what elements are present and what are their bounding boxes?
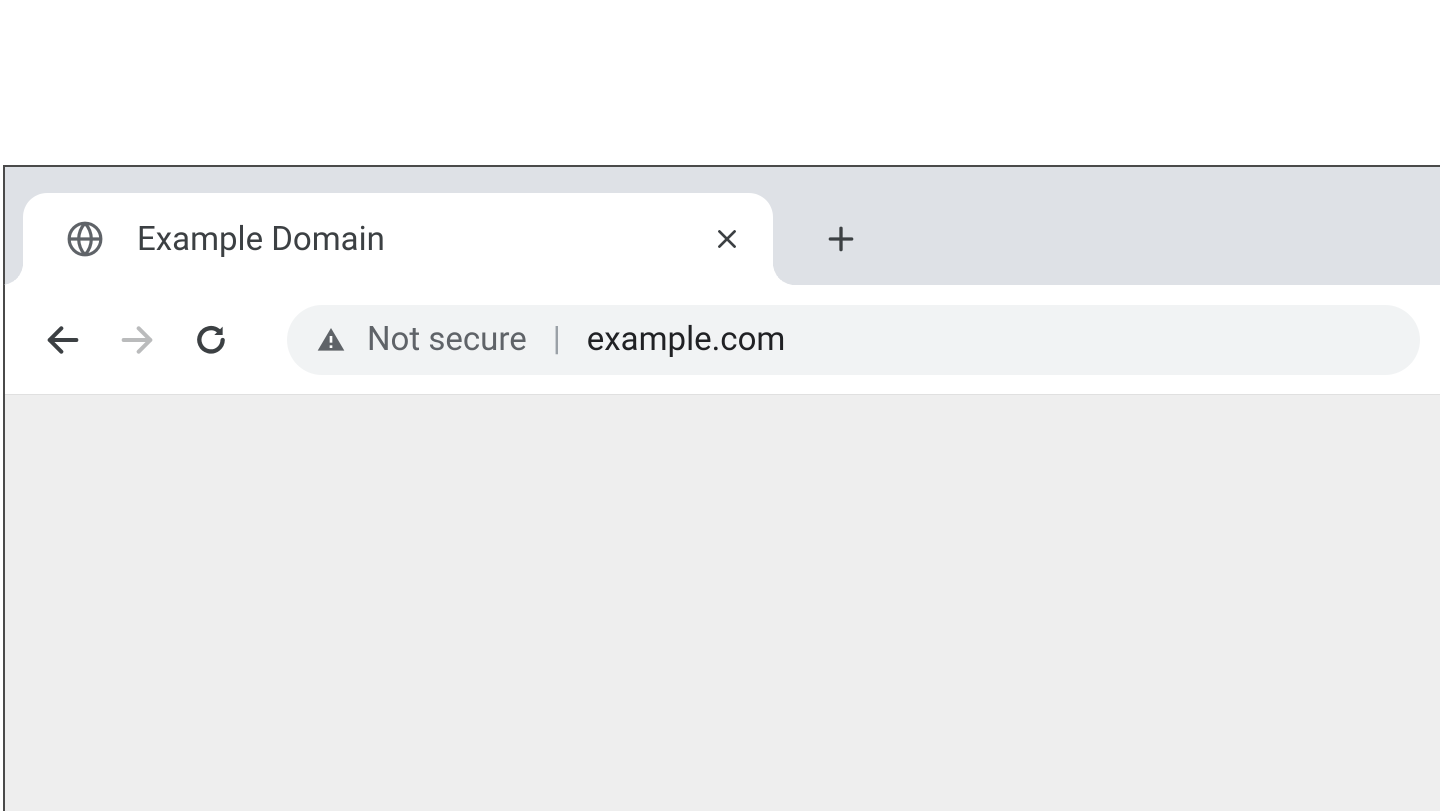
close-icon [714, 226, 740, 252]
address-divider: | [547, 320, 567, 359]
arrow-right-icon [117, 320, 157, 360]
tab-strip: Example Domain [5, 167, 1440, 285]
globe-icon [65, 219, 105, 259]
browser-tab[interactable]: Example Domain [23, 193, 773, 285]
tab-title: Example Domain [137, 220, 709, 259]
page-content [5, 395, 1440, 811]
tab-close-button[interactable] [709, 221, 745, 257]
address-bar[interactable]: Not secure | example.com [287, 305, 1420, 375]
security-status-label: Not secure [367, 320, 527, 359]
reload-button[interactable] [183, 312, 239, 368]
not-secure-warning-icon[interactable] [315, 324, 347, 356]
new-tab-button[interactable] [809, 207, 873, 271]
reload-icon [191, 320, 231, 360]
forward-button[interactable] [109, 312, 165, 368]
url-text: example.com [587, 320, 786, 359]
back-button[interactable] [35, 312, 91, 368]
toolbar: Not secure | example.com [5, 285, 1440, 395]
browser-window: Example Domain [3, 165, 1440, 811]
arrow-left-icon [43, 320, 83, 360]
plus-icon [825, 223, 857, 255]
